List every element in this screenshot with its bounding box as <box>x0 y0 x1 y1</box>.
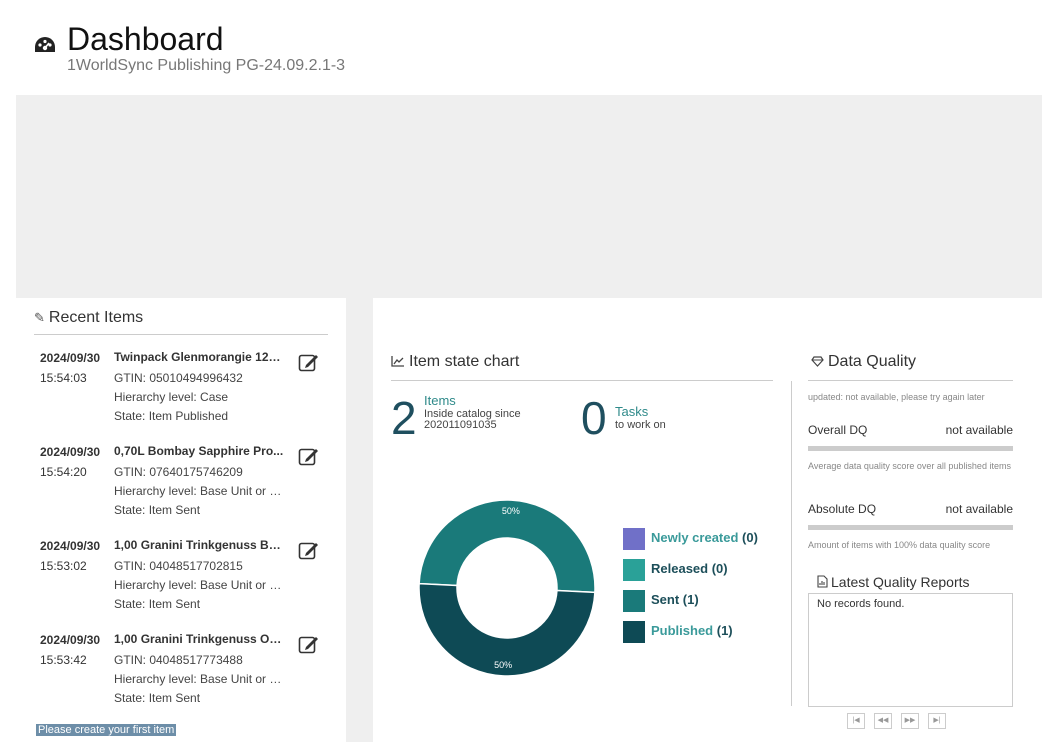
pagination: |◀ ◀◀ ▶▶ ▶| <box>847 713 955 731</box>
recent-items-panel: ✎ Recent Items 2024/09/30 15:54:03 Twinpa… <box>16 298 346 742</box>
item-hierarchy-level: Hierarchy level: Base Unit or Ea... <box>114 484 286 498</box>
legend-category: Newly created <box>651 530 739 545</box>
item-state-chart-title: Item state chart <box>391 353 519 371</box>
items-since-label: Inside catalog since <box>424 408 521 420</box>
legend-count: (0) <box>708 561 728 576</box>
legend-label: Released (0) <box>651 561 728 576</box>
create-first-item-link[interactable]: Please create your first item <box>36 724 177 736</box>
item-title[interactable]: 1,00 Granini Trinkgenuss Ban... <box>114 538 286 552</box>
items-since-value: 202011091035 <box>424 419 497 431</box>
overall-dq-label: Overall DQ <box>808 423 868 437</box>
items-count: 2 <box>391 392 417 444</box>
item-gtin: GTIN: 04048517702815 <box>114 559 243 573</box>
item-hierarchy-level: Hierarchy level: Case <box>114 390 229 404</box>
edit-square-icon: ✎ <box>34 310 45 325</box>
legend-swatch <box>623 621 645 643</box>
item-date: 2024/09/30 <box>40 539 101 553</box>
document-chart-icon <box>817 575 828 588</box>
no-records-message: No records found. <box>817 598 905 610</box>
item-state: State: Item Published <box>114 409 229 423</box>
latest-quality-reports-title-label: Latest Quality Reports <box>831 574 970 590</box>
quality-reports-table: No records found. <box>808 593 1013 707</box>
divider <box>391 380 773 381</box>
item-gtin: GTIN: 04048517773488 <box>114 653 243 667</box>
item-state: State: Item Sent <box>114 597 201 611</box>
legend-swatch <box>623 590 645 612</box>
absolute-dq-label: Absolute DQ <box>808 502 877 516</box>
legend-swatch <box>623 559 645 581</box>
item-time: 15:53:42 <box>40 653 87 667</box>
tasks-count: 0 <box>581 392 607 444</box>
item-date: 2024/09/30 <box>40 351 101 365</box>
next-page-button[interactable]: ▶▶ <box>901 713 919 729</box>
page-subtitle: 1WorldSync Publishing PG-24.09.2.1-3 <box>67 57 346 74</box>
latest-quality-reports-title: Latest Quality Reports <box>817 574 970 590</box>
list-item[interactable]: 2024/09/30 15:53:02 1,00 Granini Trinkge… <box>40 534 336 628</box>
legend-label: Sent (1) <box>651 592 699 607</box>
item-state: State: Item Sent <box>114 503 201 517</box>
item-hierarchy-level: Hierarchy level: Base Unit or Ea... <box>114 578 286 592</box>
item-time: 15:54:03 <box>40 371 87 385</box>
absolute-dq-description: Amount of items with 100% data quality s… <box>808 540 991 550</box>
edit-item-icon[interactable] <box>298 540 320 560</box>
first-page-button[interactable]: |◀ <box>847 713 865 729</box>
recent-items-title: ✎ Recent Items <box>34 309 143 327</box>
overall-dq-value: not available <box>945 423 1013 437</box>
legend-count: (1) <box>679 592 699 607</box>
data-quality-title-label: Data Quality <box>828 353 917 370</box>
page-title: Dashboard <box>67 21 224 57</box>
item-gtin: GTIN: 07640175746209 <box>114 465 243 479</box>
list-item[interactable]: 2024/09/30 15:54:20 0,70L Bombay Sapphir… <box>40 440 336 534</box>
item-time: 15:53:02 <box>40 559 87 573</box>
edit-item-icon[interactable] <box>298 352 320 372</box>
data-quality-panel: Data Quality updated: not available, ple… <box>791 298 1042 742</box>
legend-swatch <box>623 528 645 550</box>
line-chart-icon <box>391 356 404 367</box>
recent-items-title-label: Recent Items <box>48 309 144 326</box>
legend-count: (0) <box>738 530 758 545</box>
legend-category: Published <box>651 623 714 638</box>
list-item[interactable]: 2024/09/30 15:53:42 1,00 Granini Trinkge… <box>40 628 336 722</box>
legend-category: Sent <box>651 592 680 607</box>
tasks-sub-label: to work on <box>615 419 666 431</box>
divider <box>808 380 1013 381</box>
divider <box>34 334 328 335</box>
dq-updated-note: updated: not available, please try again… <box>808 392 985 402</box>
item-title[interactable]: 1,00 Granini Trinkgenuss Ora... <box>114 632 286 646</box>
edit-item-icon[interactable] <box>298 446 320 466</box>
legend-category: Released <box>651 561 709 576</box>
overall-dq-bar <box>808 446 1013 451</box>
donut-slice-label: 50% <box>502 506 520 516</box>
edit-item-icon[interactable] <box>298 634 320 654</box>
item-date: 2024/09/30 <box>40 445 101 459</box>
item-hierarchy-level: Hierarchy level: Base Unit or Ea... <box>114 672 286 686</box>
item-state: State: Item Sent <box>114 691 201 705</box>
legend-label: Published (1) <box>651 623 733 638</box>
recent-items-list: 2024/09/30 15:54:03 Twinpack Glenmorangi… <box>40 346 336 722</box>
absolute-dq-bar <box>808 525 1013 530</box>
page-header: Dashboard 1WorldSync Publishing PG-24.09… <box>16 6 1042 95</box>
items-label[interactable]: Items <box>424 393 456 408</box>
data-quality-title: Data Quality <box>811 353 916 371</box>
diamond-icon <box>811 356 824 367</box>
legend-count: (1) <box>713 623 733 638</box>
last-page-button[interactable]: ▶| <box>928 713 946 729</box>
item-state-chart-title-label: Item state chart <box>409 353 520 370</box>
absolute-dq-value: not available <box>945 502 1013 516</box>
item-state-panel: Item state chart 2 Items Inside catalog … <box>373 298 1042 742</box>
item-gtin: GTIN: 05010494996432 <box>114 371 243 385</box>
donut-slice-label: 50% <box>494 660 512 670</box>
tasks-label[interactable]: Tasks <box>615 404 648 419</box>
list-item[interactable]: 2024/09/30 15:54:03 Twinpack Glenmorangi… <box>40 346 336 440</box>
divider <box>791 381 792 706</box>
item-title[interactable]: Twinpack Glenmorangie 12Y ... <box>114 350 286 364</box>
item-state-donut-chart: 50% 50% <box>418 499 596 677</box>
item-date: 2024/09/30 <box>40 633 101 647</box>
overall-dq-description: Average data quality score over all publ… <box>808 461 1011 471</box>
legend-label: Newly created (0) <box>651 530 758 545</box>
dashboard-gauge-icon <box>35 37 55 52</box>
item-time: 15:54:20 <box>40 465 87 479</box>
item-title[interactable]: 0,70L Bombay Sapphire Pro... <box>114 444 286 458</box>
previous-page-button[interactable]: ◀◀ <box>874 713 892 729</box>
